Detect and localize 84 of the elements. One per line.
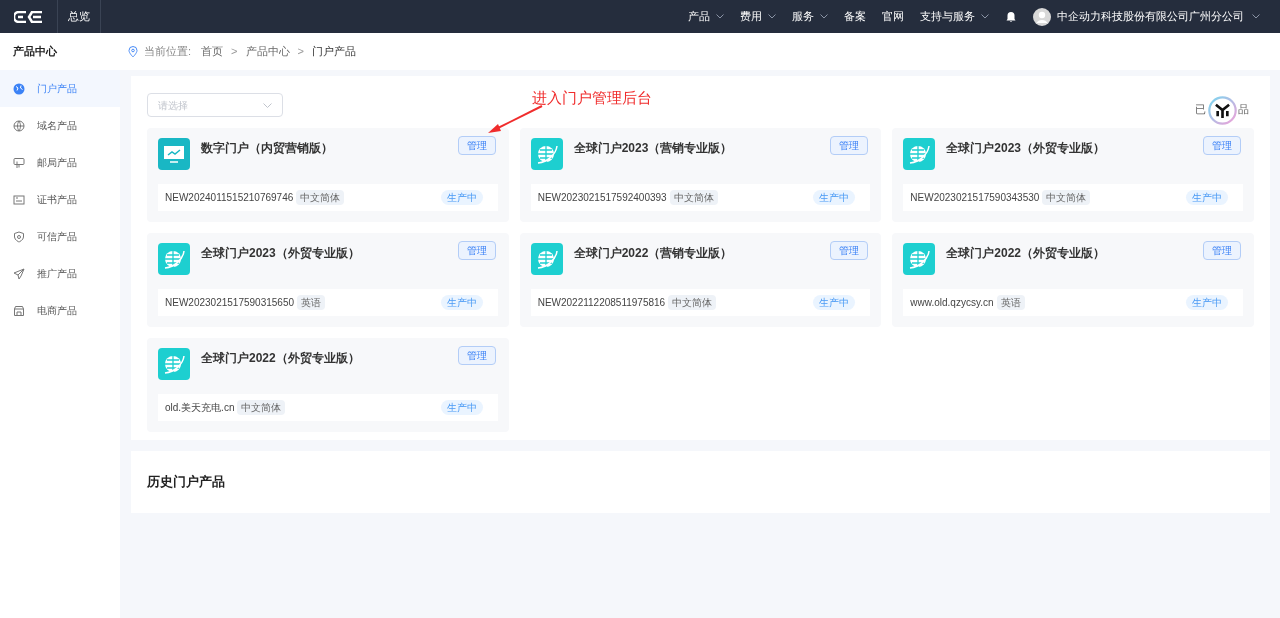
- language-tag: 中文简体: [296, 189, 345, 205]
- language-tag: 英语: [297, 294, 325, 310]
- monitor-chart-icon: [158, 137, 190, 170]
- product-title: 全球门户2023（外贸专业版）: [201, 244, 361, 262]
- globe-icon: [530, 137, 563, 170]
- globe-icon: [158, 347, 190, 380]
- avatar-icon[interactable]: [1033, 7, 1051, 26]
- globe-icon: [13, 82, 25, 95]
- language-tag: 中文简体: [1042, 189, 1091, 205]
- language-tag: 中文简体: [669, 189, 718, 205]
- site-id: NEW2023021517590343530: [910, 190, 1040, 205]
- site-id: old.美天充电.cn: [165, 400, 235, 415]
- shield-icon: [13, 230, 25, 243]
- status-tag: 生产中: [440, 294, 483, 310]
- site-id: NEW2022112208511975816: [537, 295, 666, 310]
- language-tag: 英语: [996, 294, 1025, 310]
- sidebar-item[interactable]: 证书产品: [0, 181, 120, 218]
- bell-icon[interactable]: [1005, 10, 1017, 23]
- language-tag: 中文简体: [237, 399, 286, 415]
- product-title: 全球门户2022（外贸专业版）: [201, 349, 361, 367]
- section-title: 历史门户产品: [147, 473, 225, 492]
- breadcrumb-separator-icon: >: [231, 43, 238, 60]
- nav-menu-item[interactable]: 服务: [792, 8, 814, 25]
- product-title: 数字门户（内贸营销版）: [201, 139, 334, 157]
- globe-icon: [903, 137, 936, 170]
- mailbox-icon: [13, 156, 25, 169]
- annotation-arrow: [486, 104, 544, 134]
- status-tag: 生产中: [813, 189, 856, 205]
- status-tag: 生产中: [813, 294, 856, 310]
- chevron-down-icon[interactable]: [716, 14, 724, 19]
- globe-icon: [13, 119, 25, 132]
- manage-button[interactable]: 管理: [1203, 240, 1241, 260]
- globe-icon: [158, 242, 190, 275]
- chevron-down-icon[interactable]: [768, 14, 776, 19]
- nav-menu-item[interactable]: 费用: [740, 8, 762, 25]
- product-title: 全球门户2022（营销专业版）: [573, 244, 734, 262]
- site-id: NEW2023021517592400393: [537, 190, 667, 205]
- breadcrumb-label: 当前位置:: [144, 44, 192, 60]
- breadcrumb-separator-icon: >: [297, 43, 304, 60]
- chevron-down-icon[interactable]: [1252, 14, 1260, 19]
- manage-button[interactable]: 管理: [830, 135, 869, 155]
- account-name[interactable]: 中企动力科技股份有限公司广州分公司: [1057, 8, 1244, 25]
- product-title: 全球门户2023（营销专业版）: [573, 139, 734, 157]
- product-title: 全球门户2023（外贸专业版）: [946, 139, 1107, 157]
- nav-menu-item[interactable]: 产品: [688, 8, 710, 25]
- location-pin-icon: [128, 45, 138, 58]
- nav-menu-item[interactable]: 备案: [844, 8, 866, 25]
- label-fragment: 已: [1195, 102, 1206, 117]
- product-title: 全球门户2022（外贸专业版）: [946, 244, 1107, 262]
- sidebar-title: 产品中心: [12, 44, 58, 60]
- manage-button[interactable]: 管理: [457, 240, 496, 260]
- status-tag: 生产中: [1186, 189, 1228, 205]
- site-id: www.old.qzycsy.cn: [910, 295, 994, 310]
- language-tag: 中文简体: [668, 294, 717, 310]
- id-card-icon: [13, 193, 25, 206]
- label-fragment: 品: [1238, 102, 1249, 117]
- sidebar-item[interactable]: 可信产品: [0, 218, 120, 255]
- breadcrumb-link[interactable]: 首页: [201, 43, 224, 60]
- status-tag: 生产中: [440, 189, 483, 205]
- site-id: NEW2023021517590315650: [165, 295, 294, 310]
- chevron-down-icon: [263, 102, 272, 108]
- paper-plane-icon: [13, 267, 25, 280]
- status-tag: 生产中: [440, 399, 483, 415]
- globe-icon: [530, 242, 563, 275]
- manage-button[interactable]: 管理: [457, 345, 496, 365]
- logo-icon: [13, 10, 44, 23]
- chevron-down-icon[interactable]: [981, 14, 989, 19]
- site-id: NEW2024011515210769746: [165, 190, 294, 205]
- sidebar-item[interactable]: 电商产品: [0, 292, 120, 329]
- annotation-text: 进入门户管理后台: [532, 88, 652, 108]
- manage-button[interactable]: 管理: [1203, 135, 1241, 155]
- manage-button[interactable]: 管理: [830, 240, 869, 260]
- sidebar-item[interactable]: 门户产品: [0, 70, 120, 107]
- nav-menu-item[interactable]: 支持与服务: [920, 8, 975, 25]
- sidebar-item[interactable]: 推广产品: [0, 255, 120, 292]
- globe-icon: [903, 242, 936, 275]
- status-tag: 生产中: [1186, 294, 1228, 310]
- breadcrumb-link[interactable]: 产品中心: [245, 43, 290, 60]
- sidebar-item[interactable]: 邮局产品: [0, 144, 120, 181]
- chevron-down-icon[interactable]: [820, 14, 828, 19]
- nav-menu-item[interactable]: 官网: [882, 8, 904, 25]
- manage-button[interactable]: 管理: [457, 135, 496, 155]
- storefront-icon: [13, 304, 25, 317]
- sidebar-item[interactable]: 域名产品: [0, 107, 120, 144]
